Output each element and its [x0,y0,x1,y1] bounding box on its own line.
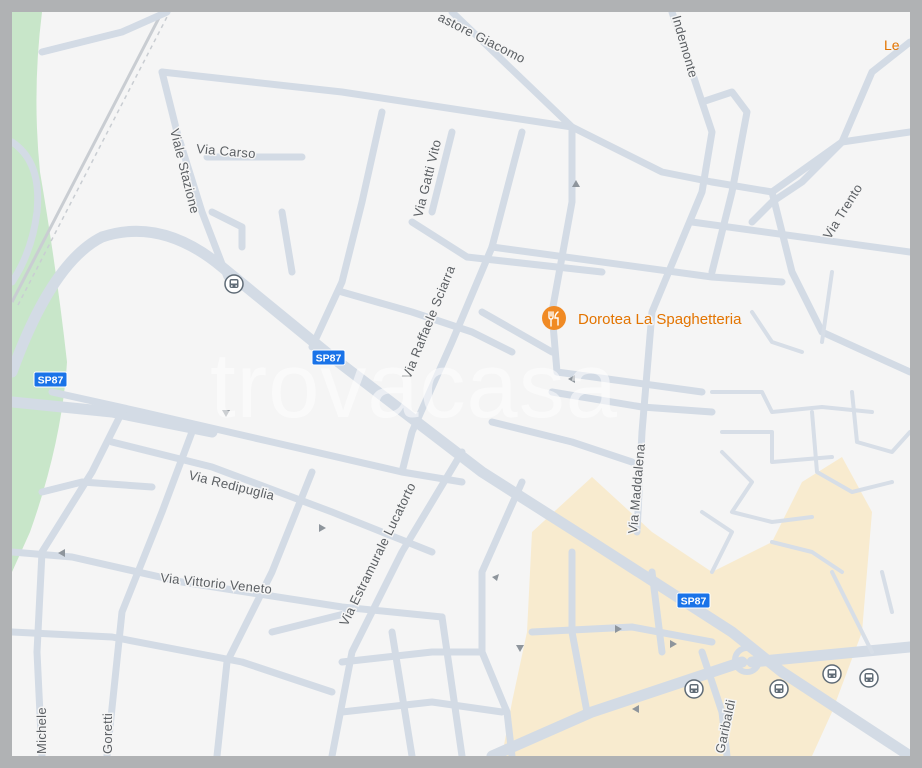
map-canvas[interactable]: astore Giacomo Indemonte Le Via Carso Vi… [12,12,910,756]
bus-stop-icon[interactable] [859,668,879,688]
bus-stop-icon[interactable] [769,679,789,699]
map-frame: astore Giacomo Indemonte Le Via Carso Vi… [12,12,910,756]
svg-text:SP87: SP87 [38,375,64,387]
label-goretti: Goretti [100,713,115,754]
restaurant-icon[interactable] [542,306,566,330]
bus-stop-icon[interactable] [822,664,842,684]
bus-stop-icon[interactable] [684,679,704,699]
svg-text:SP87: SP87 [681,596,707,608]
label-le: Le [884,37,900,53]
label-michele: Michele [34,707,49,754]
shield-sp87-left: SP87 [33,371,68,388]
shield-sp87-right: SP87 [676,592,711,609]
poi-label[interactable]: Dorotea La Spaghetteria [577,310,744,330]
watermark: trovacasa [210,335,618,437]
bus-stop-icon[interactable] [224,274,244,294]
